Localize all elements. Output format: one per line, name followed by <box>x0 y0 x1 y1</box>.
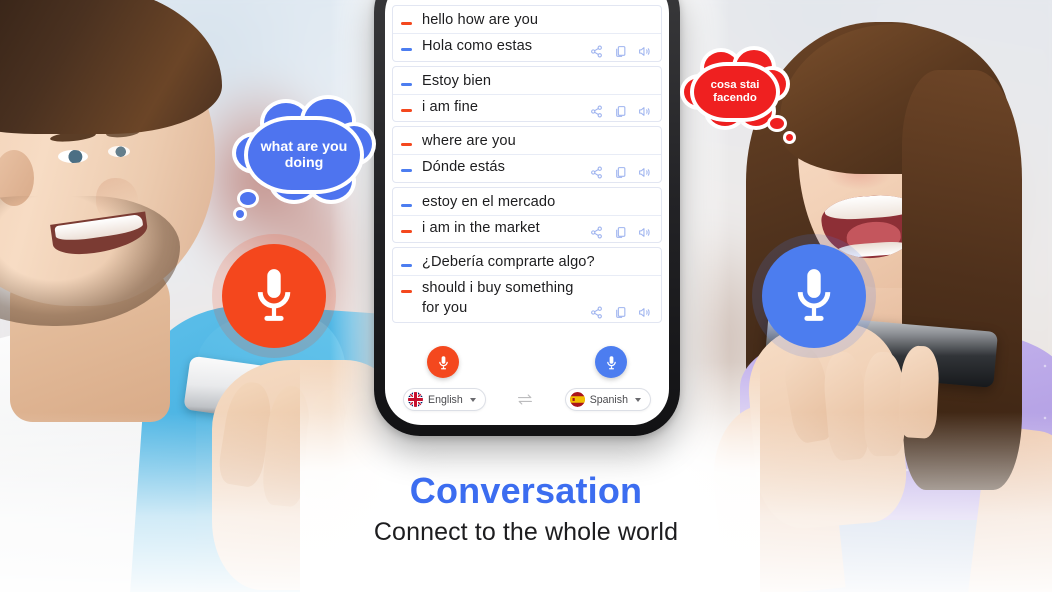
conversation-source-line: Estoy bien <box>393 69 661 95</box>
target-language-label: Spanish <box>589 393 628 406</box>
thought-bubble-red: cosa stai facendo <box>684 50 793 141</box>
phone-mockup: hello how are you Hola como estas Estoy … <box>374 0 680 436</box>
spain-flag-icon <box>569 392 585 407</box>
target-language-selector[interactable]: Spanish <box>564 388 651 411</box>
speaker-icon[interactable] <box>638 45 651 58</box>
bubble-tail-dot <box>786 134 793 141</box>
share-icon[interactable] <box>590 306 603 319</box>
conversation-source-line: ¿Debería comprarte algo? <box>393 250 661 277</box>
share-icon[interactable] <box>590 45 603 58</box>
promo-screenshot: hello how are you Hola como estas Estoy … <box>0 0 1052 592</box>
target-text: Dónde estás <box>422 159 506 176</box>
conversation-card[interactable]: estoy en el mercado i am in the market <box>392 186 662 243</box>
language-dash-icon <box>401 143 412 146</box>
source-language-label: English <box>428 393 463 406</box>
language-dash-icon <box>401 169 412 173</box>
conversation-source-line: estoy en el mercado <box>393 190 661 216</box>
chevron-down-icon <box>469 397 476 402</box>
conversation-list[interactable]: hello how are you Hola como estas Estoy … <box>385 0 669 340</box>
conversation-target-line: i am fine <box>393 95 661 120</box>
target-text: Hola como estas <box>422 38 533 55</box>
copy-icon[interactable] <box>614 166 627 179</box>
conversation-target-line: Hola como estas <box>393 34 661 59</box>
uk-flag-icon <box>408 392 423 407</box>
copy-icon[interactable] <box>614 105 627 118</box>
language-dash-icon <box>401 264 412 267</box>
copy-icon[interactable] <box>614 226 627 239</box>
share-icon[interactable] <box>590 105 603 118</box>
man-eye-right <box>108 146 130 157</box>
language-dash-icon <box>401 22 412 25</box>
bubble-body: what are you doing <box>248 120 360 190</box>
conversation-card[interactable]: hello how are you Hola como estas <box>392 5 662 62</box>
row-action-icons <box>582 226 653 240</box>
conversation-card[interactable]: Estoy bien i am fine <box>392 65 662 122</box>
thought-bubble-blue: what are you doing <box>236 99 372 218</box>
language-dash-icon <box>401 203 412 207</box>
man-eye-left <box>58 150 88 163</box>
phone-controls: English Spanish <box>385 340 669 425</box>
swap-languages-icon[interactable] <box>516 393 534 406</box>
language-selector-row: English Spanish <box>385 378 669 411</box>
source-text: estoy en el mercado <box>422 193 556 210</box>
copy-icon[interactable] <box>614 45 627 58</box>
mic-button-source[interactable] <box>427 346 459 378</box>
target-text: i am fine <box>422 98 479 115</box>
bubble-body: cosa stai facendo <box>694 66 776 118</box>
conversation-source-line: where are you <box>393 129 661 156</box>
target-text: should i buy something for you <box>422 280 574 316</box>
conversation-target-line: should i buy something for you <box>393 276 661 321</box>
page-subtitle: Connect to the whole world <box>373 518 679 546</box>
language-dash-icon <box>401 229 412 233</box>
woman-finger <box>897 345 941 439</box>
bubble-tail-dot <box>236 210 244 218</box>
speaker-icon[interactable] <box>638 105 651 118</box>
language-dash-icon <box>401 108 412 112</box>
speaker-icon[interactable] <box>638 166 651 179</box>
bubble-tail-dot <box>770 118 784 129</box>
bubble-text: cosa stai facendo <box>710 79 760 104</box>
conversation-card[interactable]: where are you Dónde estás <box>392 126 662 183</box>
target-text: i am in the market <box>422 219 540 236</box>
conversation-target-line: Dónde estás <box>393 155 661 180</box>
chevron-down-icon <box>634 397 641 402</box>
mic-button-target[interactable] <box>595 346 627 378</box>
conversation-target-line: i am in the market <box>393 216 661 241</box>
record-button-left[interactable] <box>212 234 336 358</box>
source-text: hello how are you <box>422 12 539 28</box>
row-action-icons <box>582 45 653 59</box>
mic-icon <box>797 269 831 321</box>
source-text: Estoy bien <box>422 72 492 89</box>
share-icon[interactable] <box>590 166 603 179</box>
speaker-icon[interactable] <box>638 306 651 319</box>
bubble-text: what are you doing <box>260 138 348 171</box>
language-dash-icon <box>401 82 412 86</box>
copy-icon[interactable] <box>614 306 627 319</box>
bubble-tail-dot <box>240 192 256 205</box>
row-action-icons <box>582 306 653 320</box>
conversation-source-line: hello how are you <box>393 8 661 35</box>
record-button-right[interactable] <box>752 234 876 358</box>
source-language-selector[interactable]: English <box>403 388 486 411</box>
mic-button-row <box>385 346 669 378</box>
mic-icon <box>606 355 616 369</box>
source-text: where are you <box>422 133 516 149</box>
share-icon[interactable] <box>590 226 603 239</box>
conversation-card[interactable]: ¿Debería comprarte algo? should i buy so… <box>392 247 662 323</box>
mic-icon <box>438 355 448 369</box>
mic-icon <box>257 269 291 321</box>
man-nose <box>96 178 138 222</box>
source-text: ¿Debería comprarte algo? <box>422 254 595 270</box>
page-title: Conversation <box>409 470 643 511</box>
phone-screen: hello how are you Hola como estas Estoy … <box>385 0 669 425</box>
row-action-icons <box>582 166 653 180</box>
language-dash-icon <box>401 290 412 294</box>
language-dash-icon <box>401 48 412 52</box>
row-action-icons <box>582 105 653 119</box>
speaker-icon[interactable] <box>638 226 651 239</box>
